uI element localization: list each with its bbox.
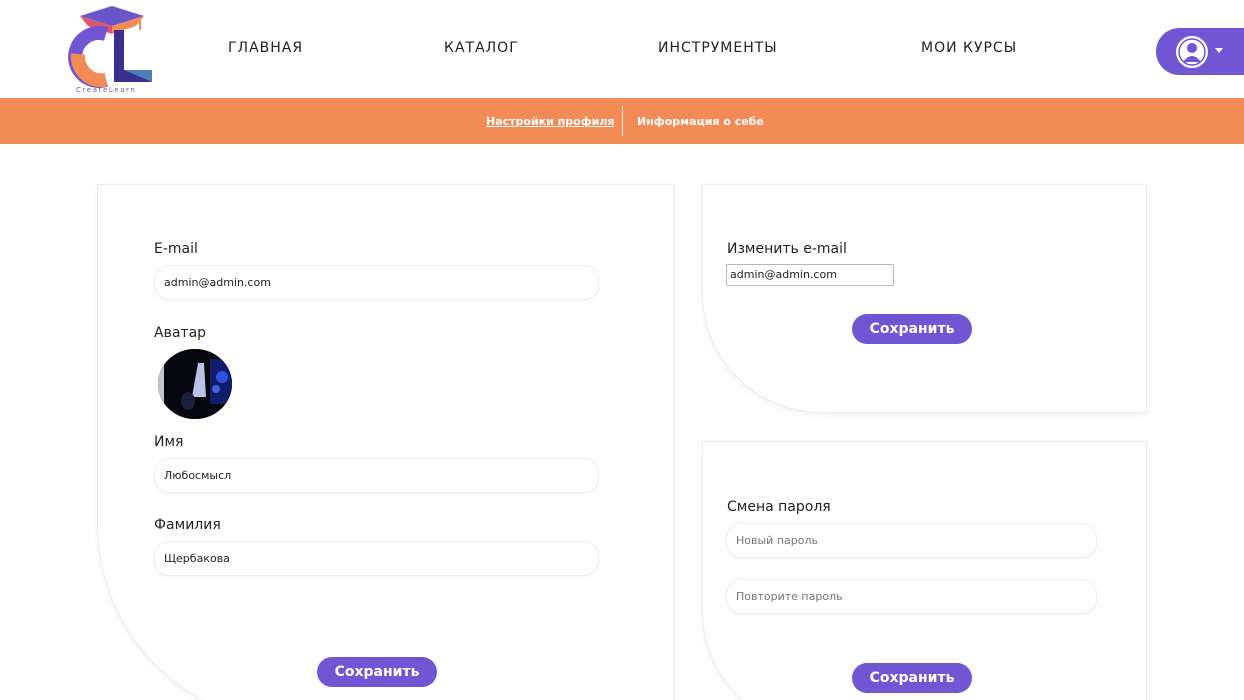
last-name-label: Фамилия <box>154 517 221 533</box>
change-email-card <box>702 184 1147 413</box>
password-save-button[interactable]: Сохранить <box>852 663 972 693</box>
change-password-title: Смена пароля <box>727 499 831 515</box>
subnav-divider <box>622 106 623 136</box>
nav-tools[interactable]: ИНСТРУМЕНТЫ <box>658 40 778 56</box>
nav-my-courses[interactable]: МОИ КУРСЫ <box>921 40 1017 56</box>
logo-wordmark: CreateLearn <box>76 86 137 94</box>
new-password-field[interactable]: Новый пароль <box>726 523 1097 558</box>
avatar[interactable] <box>158 349 232 419</box>
last-name-field[interactable]: Щербакова <box>154 541 599 576</box>
email-save-button[interactable]: Сохранить <box>852 314 972 344</box>
email-label: E-mail <box>154 241 198 257</box>
repeat-password-field[interactable]: Повторите пароль <box>726 579 1097 614</box>
createlearn-logo[interactable] <box>68 4 158 98</box>
new-email-field[interactable]: admin@admin.com <box>726 264 894 286</box>
profile-save-button[interactable]: Сохранить <box>317 657 437 687</box>
email-field[interactable]: admin@admin.com <box>154 265 599 300</box>
chevron-down-icon <box>1215 48 1223 53</box>
profile-card <box>97 184 674 700</box>
tab-profile-settings[interactable]: Настройки профиля <box>486 115 614 128</box>
change-password-card <box>702 441 1147 700</box>
avatar-label: Аватар <box>154 325 207 341</box>
user-icon <box>1176 36 1208 68</box>
profile-subnav: Настройки профиля Информация о себе <box>0 98 1244 144</box>
tab-about[interactable]: Информация о себе <box>637 115 764 128</box>
change-email-title: Изменить e-mail <box>727 241 847 257</box>
user-menu-button[interactable] <box>1156 28 1244 75</box>
nav-catalog[interactable]: КАТАЛОГ <box>444 40 519 56</box>
site-header: CreateLearn ГЛАВНАЯ КАТАЛОГ ИНСТРУМЕНТЫ … <box>0 0 1244 98</box>
first-name-field[interactable]: Любосмысл <box>154 458 599 493</box>
nav-home[interactable]: ГЛАВНАЯ <box>228 40 303 56</box>
first-name-label: Имя <box>154 434 184 450</box>
